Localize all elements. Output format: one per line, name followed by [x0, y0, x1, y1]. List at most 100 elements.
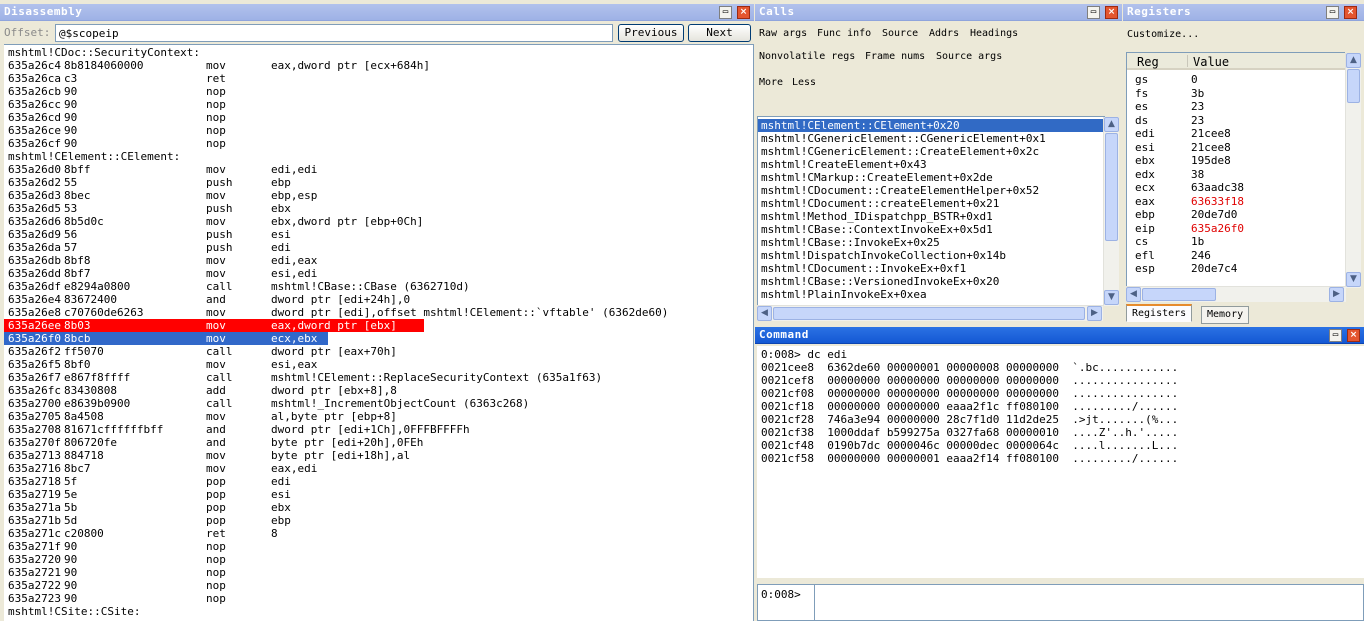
instruction-row[interactable]: 635a26e4 83672400 and dword ptr [edi+24h],0 [8, 293, 753, 306]
scroll-up-icon[interactable]: ▲ [1104, 117, 1119, 132]
register-row[interactable]: ebx 195de8 [1127, 154, 1345, 168]
register-value[interactable]: 20de7d0 [1191, 208, 1237, 221]
register-value[interactable]: 195de8 [1191, 154, 1231, 167]
col-value-header[interactable]: Value [1193, 55, 1229, 69]
instruction-row[interactable]: 635a26dd 8bf7 mov esi,edi [8, 267, 753, 280]
customize-button[interactable]: Customize... [1127, 29, 1199, 40]
dock-icon[interactable]: ▭ [1087, 6, 1100, 19]
tab-registers[interactable]: Registers [1126, 304, 1193, 322]
register-value[interactable]: 0 [1191, 73, 1198, 86]
instruction-row[interactable]: 635a2722 90 nop [8, 579, 753, 592]
dock-icon[interactable]: ▭ [1326, 6, 1339, 19]
instruction-row[interactable]: 635a271b 5d pop ebp [8, 514, 753, 527]
instruction-row[interactable]: 635a271a 5b pop ebx [8, 501, 753, 514]
register-row[interactable]: efl 246 [1127, 249, 1345, 263]
instruction-row[interactable]: 635a26ca c3 ret [8, 72, 753, 85]
command-input[interactable] [816, 587, 1360, 617]
call-frame[interactable]: mshtml!CElement::CElement+0x20 [758, 119, 1105, 132]
calls-titlebar[interactable]: Calls ▭ × [755, 4, 1122, 21]
call-frame[interactable]: mshtml!CBase::InvokeEx+0x25 [758, 236, 1105, 249]
option-addrs[interactable]: Addrs [929, 28, 959, 39]
symbol-label[interactable]: mshtml!CElement::CElement: [8, 150, 753, 163]
instruction-row[interactable]: 635a26d2 55 push ebp [8, 176, 753, 189]
instruction-row[interactable]: 635a2705 8a4508 mov al,byte ptr [ebp+8] [8, 410, 753, 423]
option-func-info[interactable]: Func info [817, 28, 871, 39]
register-value[interactable]: 246 [1191, 249, 1211, 262]
register-row[interactable]: es 23 [1127, 100, 1345, 114]
instruction-row[interactable]: 635a271f 90 nop [8, 540, 753, 553]
option-nonvolatile-regs[interactable]: Nonvolatile regs [759, 51, 855, 62]
instruction-row[interactable]: 635a26ee 8b03 mov eax,dword ptr [ebx] [4, 319, 753, 332]
call-frame[interactable]: mshtml!CMarkup::CreateElement+0x2de [758, 171, 1105, 184]
instruction-row[interactable]: 635a26d3 8bec mov ebp,esp [8, 189, 753, 202]
register-value[interactable]: 1b [1191, 235, 1204, 248]
register-row[interactable]: edx 38 [1127, 168, 1345, 182]
instruction-row[interactable]: 635a26f5 8bf0 mov esi,eax [8, 358, 753, 371]
scroll-left-icon[interactable]: ◀ [1126, 287, 1141, 302]
offset-input[interactable] [55, 24, 613, 42]
calls-vertical-scrollbar[interactable]: ▲ ▼ [1103, 117, 1119, 306]
register-value[interactable]: 20de7c4 [1191, 262, 1237, 275]
call-frame[interactable]: mshtml!CreateElement+0x43 [758, 158, 1105, 171]
call-frame[interactable]: mshtml!CGenericElement::CreateElement+0x… [758, 145, 1105, 158]
option-less[interactable]: Less [792, 77, 816, 88]
option-frame-nums[interactable]: Frame nums [865, 51, 925, 62]
register-value[interactable]: 635a26f0 [1191, 222, 1244, 235]
instruction-row[interactable]: 635a26da 57 push edi [8, 241, 753, 254]
call-stack-list[interactable]: mshtml!CElement::CElement+0x20mshtml!CGe… [757, 116, 1105, 306]
call-frame[interactable]: mshtml!Method_IDispatchpp_BSTR+0xd1 [758, 210, 1105, 223]
register-value[interactable]: 23 [1191, 114, 1204, 127]
instruction-row[interactable]: 635a26f7 e867f8ffff call mshtml!CElement::R… [8, 371, 753, 384]
scroll-down-icon[interactable]: ▼ [1104, 290, 1119, 305]
register-row[interactable]: cs 1b [1127, 235, 1345, 249]
scroll-thumb[interactable] [773, 307, 1085, 320]
register-value[interactable]: 21cee8 [1191, 141, 1231, 154]
command-titlebar[interactable]: Command ▭ × [755, 327, 1364, 344]
register-row[interactable]: ds 23 [1127, 114, 1345, 128]
instruction-row[interactable]: 635a2716 8bc7 mov eax,edi [8, 462, 753, 475]
instruction-row[interactable]: 635a2719 5e pop esi [8, 488, 753, 501]
register-value[interactable]: 63633f18 [1191, 195, 1244, 208]
col-reg-header[interactable]: Reg [1137, 55, 1159, 69]
instruction-row[interactable]: 635a26cf 90 nop [8, 137, 753, 150]
disassembly-titlebar[interactable]: Disassembly ▭ × [0, 4, 754, 21]
instruction-row[interactable]: 635a26c4 8b8184060000 mov eax,dword ptr [ec… [8, 59, 753, 72]
call-frame[interactable]: mshtml!CBase::ContextInvokeEx+0x5d1 [758, 223, 1105, 236]
instruction-row[interactable]: 635a271c c20800 ret 8 [8, 527, 753, 540]
call-frame[interactable]: mshtml!PlainInvokeEx+0xea [758, 288, 1105, 301]
close-icon[interactable]: × [1344, 6, 1357, 19]
call-frame[interactable]: mshtml!CDocument::InvokeEx+0xf1 [758, 262, 1105, 275]
disassembly-listing[interactable]: mshtml!CDoc::SecurityContext: 635a26c4 8b8… [4, 44, 754, 621]
previous-button[interactable]: Previous [618, 24, 684, 42]
register-value[interactable]: 38 [1191, 168, 1204, 181]
register-row[interactable]: eax 63633f18 [1127, 195, 1345, 209]
tab-memory[interactable]: Memory [1201, 306, 1250, 324]
scroll-right-icon[interactable]: ▶ [1329, 287, 1344, 302]
call-frame[interactable]: mshtml!DispatchInvokeCollection+0x14b [758, 249, 1105, 262]
instruction-row[interactable]: 635a26db 8bf8 mov edi,eax [8, 254, 753, 267]
dock-icon[interactable]: ▭ [719, 6, 732, 19]
instruction-row[interactable]: 635a26ce 90 nop [8, 124, 753, 137]
call-frame[interactable]: mshtml!CDocument::createElement+0x21 [758, 197, 1105, 210]
instruction-row[interactable]: 635a26d0 8bff mov edi,edi [8, 163, 753, 176]
registers-vertical-scrollbar[interactable]: ▲ ▼ [1345, 53, 1361, 288]
instruction-row[interactable]: 635a26cd 90 nop [8, 111, 753, 124]
option-source[interactable]: Source [882, 28, 918, 39]
instruction-row[interactable]: 635a26cc 90 nop [8, 98, 753, 111]
symbol-label[interactable]: mshtml!CSite::CSite: [8, 605, 753, 618]
close-icon[interactable]: × [737, 6, 750, 19]
instruction-row[interactable]: 635a2720 90 nop [8, 553, 753, 566]
register-row[interactable]: gs 0 [1127, 73, 1345, 87]
instruction-row[interactable]: 635a26d9 56 push esi [8, 228, 753, 241]
instruction-row[interactable]: 635a26e8 c70760de6263 mov dword ptr [edi],o… [8, 306, 753, 319]
register-value[interactable]: 23 [1191, 100, 1204, 113]
registers-table[interactable]: Reg Value gs 0 fs 3b es 23 ds 23 edi 21cee8 esi 21c… [1126, 52, 1345, 288]
call-frame[interactable]: mshtml!CBase::VersionedInvokeEx+0x20 [758, 275, 1105, 288]
dock-icon[interactable]: ▭ [1329, 329, 1342, 342]
instruction-row[interactable]: 635a2708 81671cffffffbff and dword ptr [edi… [8, 423, 753, 436]
instruction-row[interactable]: 635a2723 90 nop [8, 592, 753, 605]
register-value[interactable]: 21cee8 [1191, 127, 1231, 140]
registers-titlebar[interactable]: Registers ▭ × [1123, 4, 1364, 21]
register-row[interactable]: eip 635a26f0 [1127, 222, 1345, 236]
option-source-args[interactable]: Source args [936, 51, 1002, 62]
